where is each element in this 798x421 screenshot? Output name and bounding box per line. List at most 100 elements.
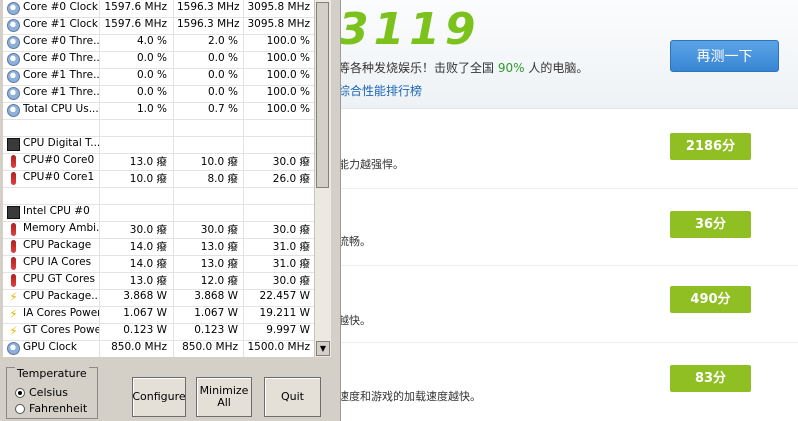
sensor-name: Core #0 Thre... — [23, 35, 99, 47]
sensor-name: GT Cores Power — [23, 324, 99, 336]
lightning-icon: ⚡ — [9, 290, 18, 304]
sensor-row[interactable]: Memory Ambi... 30.0 癈 30.0 癈 30.0 癈 — [3, 221, 314, 239]
sensor-row[interactable]: CPU GT Cores 13.0 癈 12.0 癈 30.0 癈 — [3, 272, 314, 290]
category-score-badge: 2186分 — [670, 133, 751, 160]
sensor-value: 14.0 癈 — [129, 258, 167, 270]
sensor-row[interactable]: CPU Package 14.0 癈 13.0 癈 31.0 癈 — [3, 238, 314, 256]
celsius-radio[interactable] — [15, 388, 25, 398]
scroll-down-arrow-icon[interactable]: ▼ — [316, 341, 330, 356]
sensor-value: 14.0 癈 — [129, 241, 167, 253]
category-row: 能力越强悍。 2186分 — [330, 108, 798, 189]
sensor-value: 1597.6 MHz — [104, 1, 167, 13]
sensor-value: 13.0 癈 — [129, 275, 167, 287]
sensor-min: 1596.3 MHz — [177, 1, 240, 13]
sensor-min: 1.067 W — [194, 307, 238, 319]
sensor-name: IA Cores Power — [23, 307, 99, 319]
sensor-max: 100.0 % — [266, 86, 310, 98]
sensor-value: 1.067 W — [123, 307, 167, 319]
sensor-name: Core #0 Clock — [23, 1, 98, 13]
sensor-min: 30.0 癈 — [200, 224, 238, 236]
sensor-row[interactable]: Intel CPU #0 — [3, 204, 314, 222]
sensor-min: 0.0 % — [207, 52, 238, 64]
quit-button[interactable]: Quit — [264, 377, 321, 417]
sensor-row[interactable]: Total CPU Us... 1.0 % 0.7 % 100.0 % — [3, 102, 314, 120]
sensor-value: 850.0 MHz — [111, 341, 167, 353]
sensor-row[interactable]: GPU Clock 850.0 MHz 850.0 MHz 1500.0 MHz — [3, 340, 314, 357]
sensor-max: 22.457 W — [259, 290, 310, 302]
clock-icon — [7, 19, 20, 32]
chip-icon — [7, 138, 20, 151]
sensor-row[interactable] — [3, 187, 314, 205]
category-row: 流畅。 36分 — [330, 188, 798, 266]
sensor-value: 0.123 W — [123, 324, 167, 336]
sensor-max: 1500.0 MHz — [247, 341, 310, 353]
fahrenheit-label[interactable]: Fahrenheit — [29, 402, 87, 415]
sensor-row[interactable]: Core #1 Clock 1597.6 MHz 1596.3 MHz 3095.8 … — [3, 17, 314, 35]
lightning-icon: ⚡ — [9, 307, 18, 321]
sensor-row[interactable]: Core #0 Thre... 0.0 % 0.0 % 100.0 % — [3, 51, 314, 69]
vertical-scrollbar[interactable]: ▼ — [314, 0, 331, 357]
sensor-row[interactable]: CPU Digital T... — [3, 136, 314, 154]
sensor-row[interactable]: ⚡ CPU Package... 3.868 W 3.868 W 22.457 W — [3, 289, 314, 307]
sensor-value: 3.868 W — [123, 290, 167, 302]
sensor-row[interactable] — [3, 119, 314, 137]
sensor-min: 12.0 癈 — [200, 275, 238, 287]
sensor-row[interactable]: ⚡ GT Cores Power 0.123 W 0.123 W 9.997 W — [3, 323, 314, 341]
sensor-row[interactable]: CPU#0 Core0 13.0 癈 10.0 癈 30.0 癈 — [3, 153, 314, 171]
summary-text: 等各种发烧娱乐！击败了全国 — [338, 61, 495, 75]
sensor-value: 4.0 % — [136, 35, 167, 47]
summary-suffix: 人的电脑。 — [528, 61, 589, 75]
scrollbar-thumb[interactable] — [316, 2, 329, 188]
sensor-row[interactable]: CPU IA Cores 14.0 癈 13.0 癈 31.0 癈 — [3, 255, 314, 273]
sensor-max: 9.997 W — [266, 324, 310, 336]
rank-link[interactable]: 综合性能排行榜 — [338, 82, 422, 99]
category-row: 速度和游戏的加载速度越快。 83分 — [330, 342, 798, 421]
sensor-row[interactable]: Core #1 Thre... 0.0 % 0.0 % 100.0 % — [3, 85, 314, 103]
sensor-min: 0.0 % — [207, 69, 238, 81]
sensor-row[interactable]: CPU#0 Core1 10.0 癈 8.0 癈 26.0 癈 — [3, 170, 314, 188]
summary-percent: 90% — [497, 61, 525, 75]
sensor-name: CPU#0 Core1 — [23, 171, 95, 183]
temperature-group: Temperature Celsius Fahrenheit — [6, 367, 98, 419]
fahrenheit-radio[interactable] — [15, 404, 25, 414]
temperature-legend: Temperature — [15, 367, 89, 380]
category-row: 越快。 490分 — [330, 265, 798, 343]
clock-icon — [7, 53, 20, 66]
sensor-max: 3095.8 MHz — [247, 18, 310, 30]
sensor-name: Intel CPU #0 — [23, 205, 90, 217]
celsius-label[interactable]: Celsius — [29, 386, 68, 399]
sensor-row[interactable]: Core #0 Clock 1597.6 MHz 1596.3 MHz 3095.8 … — [3, 0, 314, 18]
sensor-max: 100.0 % — [266, 69, 310, 81]
retest-button[interactable]: 再测一下 — [670, 40, 779, 72]
sensor-max: 100.0 % — [266, 52, 310, 64]
sensor-min: 8.0 癈 — [207, 173, 238, 185]
sensor-name: CPU GT Cores — [23, 273, 95, 285]
lightning-icon: ⚡ — [9, 324, 18, 338]
sensor-min: 13.0 癈 — [200, 241, 238, 253]
minimize-all-button[interactable]: Minimize All — [196, 377, 252, 417]
sensor-name: Memory Ambi... — [23, 222, 99, 234]
sensor-row[interactable]: Core #1 Thre... 0.0 % 0.0 % 100.0 % — [3, 68, 314, 86]
sensor-max: 19.211 W — [259, 307, 310, 319]
sensor-max: 30.0 癈 — [272, 275, 310, 287]
category-desc: 能力越强悍。 — [338, 158, 404, 171]
sensor-name: CPU Package — [23, 239, 92, 251]
sensor-value: 30.0 癈 — [129, 224, 167, 236]
sensor-name: Core #1 Thre... — [23, 69, 99, 81]
sensor-row[interactable]: Core #0 Thre... 4.0 % 2.0 % 100.0 % — [3, 34, 314, 52]
sensor-min: 10.0 癈 — [200, 156, 238, 168]
sensor-name: Core #1 Thre... — [23, 86, 99, 98]
chip-icon — [7, 206, 20, 219]
sensor-max: 100.0 % — [266, 35, 310, 47]
category-desc: 速度和游戏的加载速度越快。 — [338, 390, 481, 403]
sensor-min: 0.0 % — [207, 86, 238, 98]
clock-icon — [7, 87, 20, 100]
sensor-name: Core #1 Clock — [23, 18, 98, 30]
sensor-min: 3.868 W — [194, 290, 238, 302]
category-score-badge: 36分 — [670, 211, 751, 238]
sensor-max: 3095.8 MHz — [247, 1, 310, 13]
sensor-max: 31.0 癈 — [272, 241, 310, 253]
sensor-row[interactable]: ⚡ IA Cores Power 1.067 W 1.067 W 19.211 W — [3, 306, 314, 324]
configure-button[interactable]: Configure — [132, 377, 186, 417]
sensor-table[interactable]: Core #0 Clock 1597.6 MHz 1596.3 MHz 3095.8 … — [3, 0, 314, 357]
